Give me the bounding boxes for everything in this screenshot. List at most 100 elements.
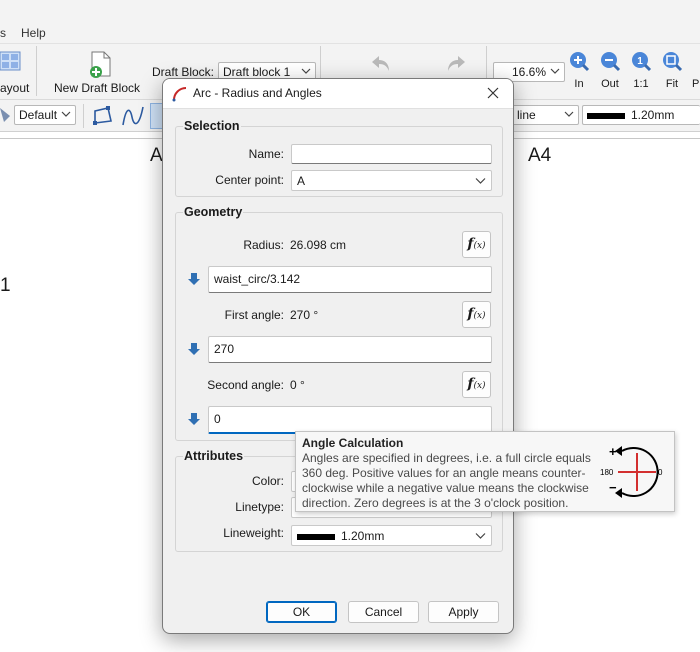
lineweight-label: Lineweight: bbox=[223, 526, 284, 540]
arc-dialog: Arc - Radius and Angles Selection Name: … bbox=[162, 78, 514, 634]
zoom-partial-label: P bbox=[692, 78, 700, 90]
curve-tool-icon[interactable] bbox=[121, 105, 145, 127]
attributes-group-title: Attributes bbox=[183, 449, 245, 463]
lineweight-swatch bbox=[297, 533, 335, 540]
angle-calculation-tooltip: Angle Calculation Angles are specified i… bbox=[295, 431, 675, 512]
first-angle-label: First angle: bbox=[224, 308, 284, 322]
zoom-out-label: Out bbox=[601, 78, 619, 90]
redo-icon[interactable] bbox=[444, 52, 468, 74]
menu-item-partial[interactable]: s bbox=[0, 26, 6, 40]
zoom-out-icon bbox=[601, 52, 621, 72]
dialog-titlebar: Arc - Radius and Angles bbox=[163, 79, 513, 109]
radius-formula-input[interactable]: waist_circ/3.142 bbox=[208, 266, 492, 293]
close-icon[interactable] bbox=[483, 83, 503, 103]
pen-style-value: Default bbox=[19, 108, 58, 122]
canvas-point-label: 1 bbox=[0, 275, 11, 296]
layout-icon bbox=[0, 51, 21, 71]
second-angle-value: 0 ° bbox=[290, 378, 305, 392]
diagram-plus: + bbox=[609, 444, 617, 459]
diagram-minus: − bbox=[609, 480, 617, 495]
second-angle-formula-value: 0 bbox=[214, 412, 221, 426]
zoom-in-icon bbox=[570, 52, 590, 72]
line-weight-select[interactable]: 1.20mm bbox=[582, 105, 700, 125]
chevron-down-icon bbox=[564, 111, 574, 117]
first-angle-value: 270 ° bbox=[290, 308, 319, 322]
canvas-ruler-line bbox=[512, 138, 700, 139]
svg-text:1: 1 bbox=[637, 56, 643, 67]
chevron-down-icon bbox=[61, 111, 71, 117]
radius-expand-arrow-icon[interactable] bbox=[187, 272, 201, 286]
lineweight-value: 1.20mm bbox=[341, 529, 385, 543]
color-label: Color: bbox=[251, 474, 284, 488]
line-weight-value: 1.20mm bbox=[631, 108, 675, 122]
chevron-down-icon bbox=[301, 68, 311, 74]
name-input[interactable] bbox=[291, 144, 492, 164]
canvas-ruler-line bbox=[0, 138, 165, 139]
window-top-strip bbox=[0, 0, 700, 23]
draft-block-value: Draft block 1 bbox=[223, 65, 291, 79]
second-angle-formula-input[interactable]: 0 bbox=[208, 406, 492, 434]
radius-label: Radius: bbox=[243, 238, 284, 252]
zoom-original-button[interactable]: 1 1:1 bbox=[628, 50, 654, 90]
undo-icon[interactable] bbox=[369, 52, 393, 74]
fx-icon: f(x) bbox=[467, 236, 486, 252]
canvas-point-label-a4: A4 bbox=[528, 145, 552, 166]
menu-item-help[interactable]: Help bbox=[21, 26, 46, 40]
zoom-fit-button[interactable]: Fit bbox=[659, 50, 685, 90]
first-angle-formula-input[interactable]: 270 bbox=[208, 336, 492, 363]
diagram-180: 180 bbox=[600, 468, 614, 477]
geometry-group-title: Geometry bbox=[183, 205, 244, 219]
chevron-down-icon bbox=[475, 178, 486, 184]
center-point-select[interactable]: A bbox=[291, 170, 492, 191]
first-angle-expand-arrow-icon[interactable] bbox=[187, 342, 201, 356]
zoom-fit-label: Fit bbox=[665, 78, 679, 90]
tooltip-title: Angle Calculation bbox=[302, 436, 404, 450]
radius-formula-button[interactable]: f(x) bbox=[462, 231, 491, 258]
new-draft-block-button[interactable]: New Draft Block bbox=[52, 48, 148, 96]
new-draft-block-label: New Draft Block bbox=[54, 81, 141, 95]
menu-bar: s Help bbox=[0, 23, 700, 44]
cancel-button[interactable]: Cancel bbox=[348, 601, 419, 623]
zoom-original-icon: 1 bbox=[632, 52, 652, 72]
center-point-label: Center point: bbox=[215, 173, 284, 187]
radius-value: 26.098 cm bbox=[290, 238, 347, 252]
zoom-in-button[interactable]: In bbox=[566, 50, 592, 90]
second-angle-formula-button[interactable]: f(x) bbox=[462, 371, 491, 398]
lineweight-select[interactable]: 1.20mm bbox=[291, 525, 492, 546]
fx-icon: f(x) bbox=[467, 306, 486, 322]
draft-block-label: Draft Block: bbox=[152, 65, 215, 79]
chevron-down-icon bbox=[550, 68, 560, 74]
center-point-value: A bbox=[297, 174, 306, 188]
second-angle-label: Second angle: bbox=[207, 378, 284, 392]
first-angle-formula-button[interactable]: f(x) bbox=[462, 301, 491, 328]
dialog-title: Arc - Radius and Angles bbox=[193, 86, 322, 100]
angle-direction-diagram-icon: + − 180 0 bbox=[600, 444, 663, 498]
pen-style-select[interactable]: Default bbox=[14, 105, 76, 125]
zoom-fit-icon bbox=[663, 52, 683, 72]
fx-icon: f(x) bbox=[467, 376, 486, 392]
chevron-down-icon bbox=[475, 533, 486, 539]
ok-button[interactable]: OK bbox=[266, 601, 337, 623]
zoom-in-label: In bbox=[574, 78, 584, 90]
canvas-point-label-a: A bbox=[150, 145, 163, 166]
arc-tool-icon bbox=[172, 87, 187, 102]
layout-label: ayout bbox=[0, 81, 30, 95]
new-draft-block-icon bbox=[90, 51, 111, 78]
layout-button[interactable]: ayout bbox=[0, 48, 30, 96]
line-type-value: line bbox=[517, 108, 536, 122]
apply-button[interactable]: Apply bbox=[428, 601, 499, 623]
line-type-select[interactable]: line bbox=[512, 105, 579, 125]
name-label: Name: bbox=[248, 147, 284, 161]
diagram-0: 0 bbox=[658, 468, 663, 477]
zoom-out-button[interactable]: Out bbox=[597, 50, 623, 90]
toolbar-divider bbox=[36, 46, 37, 96]
point-tool-icon[interactable] bbox=[92, 105, 114, 127]
zoom-level-value: 16.6% bbox=[511, 65, 546, 79]
linetype-label: Linetype: bbox=[235, 500, 284, 514]
zoom-original-label: 1:1 bbox=[633, 78, 649, 90]
tooltip-body: Angles are specified in degrees, i.e. a … bbox=[302, 451, 591, 510]
pen-icon[interactable] bbox=[0, 106, 14, 126]
radius-formula-value: waist_circ/3.142 bbox=[214, 272, 301, 286]
selection-group-title: Selection bbox=[183, 119, 241, 133]
second-angle-expand-arrow-icon[interactable] bbox=[187, 412, 201, 426]
